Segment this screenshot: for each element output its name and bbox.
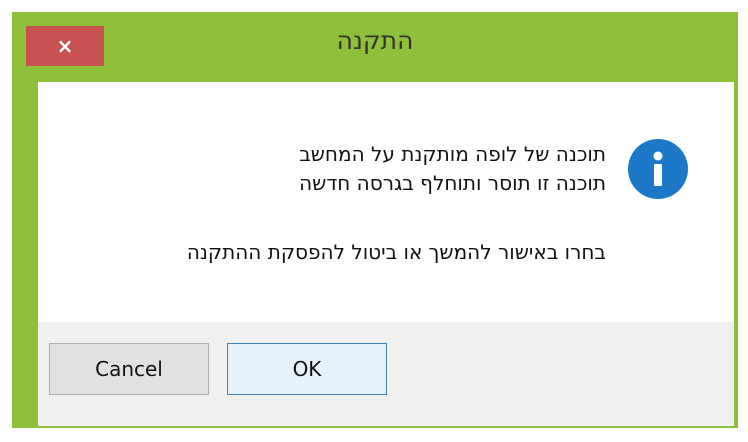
ok-button[interactable]: OK — [227, 343, 387, 395]
window-title: התקנה — [336, 26, 414, 55]
info-icon — [628, 139, 688, 199]
message-line-2: תוכנה זו תוסר ותוחלף בגרסה חדשה — [299, 171, 606, 195]
dialog-window: × התקנה תוכנה של לופה מותקנת על המחשב תו… — [12, 12, 738, 428]
prompt-text: בחרו באישור להמשך או ביטול להפסקת ההתקנה — [186, 240, 606, 264]
message-line-1: תוכנה של לופה מותקנת על המחשב — [299, 142, 606, 166]
button-bar: Cancel OK — [38, 322, 734, 426]
cancel-button[interactable]: Cancel — [49, 343, 209, 395]
dialog-content: תוכנה של לופה מותקנת על המחשב תוכנה זו ת… — [38, 82, 734, 322]
message-text: תוכנה של לופה מותקנת על המחשב תוכנה זו ת… — [299, 140, 606, 198]
